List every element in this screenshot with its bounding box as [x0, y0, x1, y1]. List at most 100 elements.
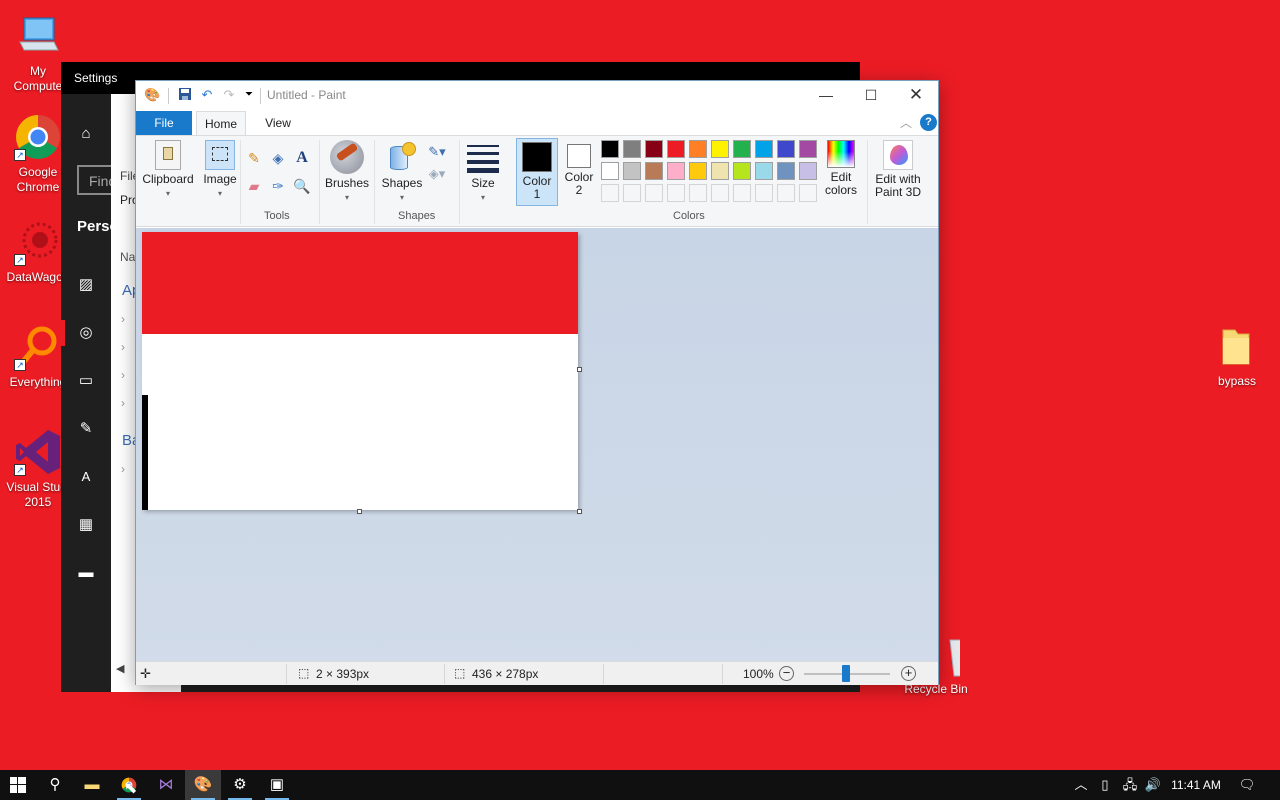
colors-icon[interactable]: ◎ [77, 324, 95, 342]
resize-handle-right[interactable] [577, 367, 582, 372]
image-button[interactable]: Image ▾ [200, 140, 240, 200]
palette-swatch[interactable] [733, 162, 751, 180]
remote-desktop-taskbar-icon[interactable]: ▣ [259, 770, 295, 800]
themes-icon[interactable]: ✎ [77, 420, 95, 438]
status-divider [286, 664, 287, 684]
palette-swatch[interactable] [645, 140, 663, 158]
palette-swatch[interactable] [711, 162, 729, 180]
palette-swatch[interactable] [755, 140, 773, 158]
palette-swatch[interactable] [667, 162, 685, 180]
custom-color-slot[interactable] [601, 184, 619, 202]
eraser-icon[interactable]: ▰ [244, 176, 264, 196]
custom-color-slot[interactable] [645, 184, 663, 202]
palette-swatch[interactable] [689, 140, 707, 158]
home-icon[interactable]: ⌂ [77, 125, 95, 143]
lock-screen-icon[interactable]: ▭ [77, 372, 95, 390]
paint-app-icon[interactable]: 🎨 [144, 87, 160, 103]
customize-qat-icon[interactable]: ⏷ [241, 87, 257, 103]
palette-swatch[interactable] [623, 140, 641, 158]
fill-shape-icon[interactable]: ◈▾ [424, 164, 450, 184]
brushes-button[interactable]: Brushes ▾ [324, 140, 370, 204]
show-hidden-icons-icon[interactable]: ︿ [1072, 770, 1090, 800]
custom-color-slot[interactable] [799, 184, 817, 202]
expand-chevron-icon[interactable]: › [121, 312, 125, 326]
custom-color-slot[interactable] [755, 184, 773, 202]
taskbar-icon[interactable]: ▬ [77, 564, 95, 582]
magnifier-icon[interactable]: 🔍 [292, 176, 312, 196]
size-button[interactable]: Size ▾ [463, 140, 503, 204]
text-icon[interactable]: A [292, 148, 312, 168]
search-icon[interactable]: ⚲ [37, 770, 73, 800]
resize-handle-bottom[interactable] [357, 509, 362, 514]
palette-swatch[interactable] [667, 140, 685, 158]
paint-taskbar-icon[interactable]: 🎨 [185, 770, 221, 800]
clock[interactable]: 11:41 AM [1166, 770, 1226, 800]
palette-swatch[interactable] [777, 162, 795, 180]
resize-handle-corner[interactable] [577, 509, 582, 514]
expand-chevron-icon[interactable]: › [121, 340, 125, 354]
expand-chevron-icon[interactable]: › [121, 396, 125, 410]
fill-icon[interactable]: ◈ [268, 148, 288, 168]
palette-swatch[interactable] [645, 162, 663, 180]
palette-swatch[interactable] [777, 140, 795, 158]
undo-icon[interactable]: ↶ [199, 87, 215, 103]
palette-swatch[interactable] [601, 162, 619, 180]
custom-color-slot[interactable] [689, 184, 707, 202]
palette-swatch[interactable] [711, 140, 729, 158]
scroll-left-arrow-icon[interactable]: ◀ [116, 662, 124, 675]
edit-colors-button[interactable]: Edit colors [820, 140, 862, 197]
paint-window[interactable]: 🎨 ↶ ↷ ⏷ Untitled - Paint — ☐ ✕ File Home… [135, 80, 939, 685]
pencil-icon[interactable]: ✎ [244, 148, 264, 168]
file-explorer-icon[interactable]: ▬ [74, 770, 110, 800]
start-button[interactable] [0, 770, 36, 800]
tab-file[interactable]: File [136, 111, 192, 135]
custom-color-slot[interactable] [667, 184, 685, 202]
custom-color-slot[interactable] [623, 184, 641, 202]
custom-color-slot[interactable] [777, 184, 795, 202]
help-icon[interactable]: ? [920, 114, 937, 131]
start-icon[interactable]: ▦ [77, 516, 95, 534]
palette-swatch[interactable] [689, 162, 707, 180]
minimize-button[interactable]: — [803, 81, 849, 111]
expand-chevron-icon[interactable]: › [121, 368, 125, 382]
desktop-icon-bypass-folder[interactable]: bypass [1199, 322, 1275, 389]
close-button[interactable]: ✕ [893, 81, 939, 111]
edit-paint3d-button[interactable]: Edit with Paint 3D [870, 140, 926, 199]
redo-icon[interactable]: ↷ [221, 87, 237, 103]
palette-swatch[interactable] [601, 140, 619, 158]
action-center-icon[interactable]: 🗨 [1236, 770, 1258, 800]
zoom-out-button[interactable]: − [779, 666, 794, 681]
tab-home[interactable]: Home [196, 111, 246, 135]
visual-studio-taskbar-icon[interactable]: ⋈ [148, 770, 184, 800]
shapes-button[interactable]: Shapes ▾ [379, 140, 425, 204]
tab-view[interactable]: View [254, 111, 302, 135]
zoom-in-button[interactable]: + [901, 666, 916, 681]
palette-swatch[interactable] [755, 162, 773, 180]
fonts-icon[interactable]: A [77, 468, 95, 486]
tablet-icon[interactable]: ▯ [1096, 770, 1114, 800]
color-picker-icon[interactable]: ✑ [268, 176, 288, 196]
clipboard-button[interactable]: Clipboard ▾ [141, 140, 195, 200]
custom-color-slot[interactable] [733, 184, 751, 202]
palette-swatch[interactable] [623, 162, 641, 180]
color2-button[interactable]: Color 2 [560, 138, 598, 206]
ribbon-separator [867, 140, 868, 224]
custom-color-slot[interactable] [711, 184, 729, 202]
expand-chevron-icon[interactable]: › [121, 462, 125, 476]
computer-icon [14, 12, 62, 60]
maximize-button[interactable]: ☐ [848, 81, 894, 111]
settings-taskbar-icon[interactable]: ⚙ [222, 770, 258, 800]
palette-swatch[interactable] [799, 162, 817, 180]
background-icon[interactable]: ▨ [77, 276, 95, 294]
drawing-canvas[interactable] [142, 232, 578, 510]
palette-swatch[interactable] [799, 140, 817, 158]
outline-icon[interactable]: ✎▾ [424, 142, 450, 162]
network-icon[interactable]: 🖧 [1120, 770, 1140, 800]
save-icon[interactable] [177, 87, 193, 103]
color1-button[interactable]: Color 1 [516, 138, 558, 206]
zoom-slider-thumb[interactable] [842, 665, 850, 682]
collapse-ribbon-icon[interactable]: ︿ [900, 114, 912, 131]
volume-icon[interactable]: 🔊 [1143, 770, 1163, 800]
palette-swatch[interactable] [733, 140, 751, 158]
canvas-area[interactable] [136, 228, 938, 661]
